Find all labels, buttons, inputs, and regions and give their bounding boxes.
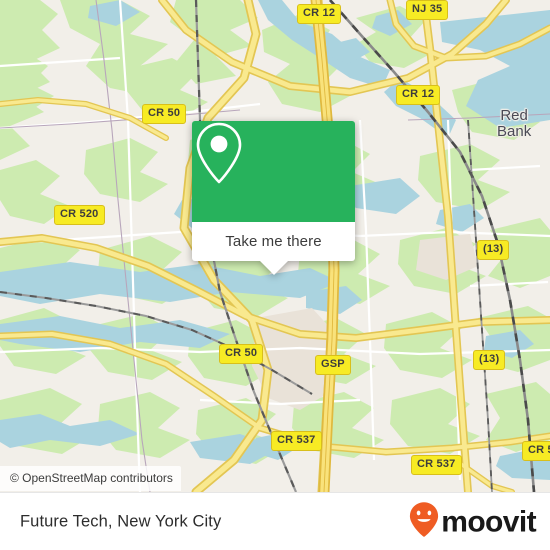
road-shield[interactable]: CR 50: [219, 344, 264, 364]
map-canvas[interactable]: CR 12 NJ 35 CR 12 CR 50 CR 520 (13) CR 5…: [0, 0, 550, 492]
moovit-wordmark: moovit: [441, 505, 536, 538]
moovit-logo[interactable]: moovit: [409, 502, 537, 543]
moovit-pin-smiley-icon: [409, 502, 439, 543]
road-shield[interactable]: CR 537: [411, 455, 462, 475]
road-shield[interactable]: CR 537: [271, 431, 322, 451]
road-shield[interactable]: CR 12: [396, 85, 441, 105]
popup-action-label: Take me there: [225, 233, 322, 250]
footer-bar: Future Tech, New York City moovit: [0, 492, 550, 550]
road-shield[interactable]: CR 50: [142, 104, 187, 124]
page-title: Future Tech, New York City: [20, 512, 222, 531]
popup-tail: [259, 261, 288, 275]
location-popup[interactable]: Take me there: [192, 121, 355, 275]
road-shield[interactable]: (13): [477, 240, 510, 260]
popup-header: [192, 121, 355, 222]
road-shield[interactable]: GSP: [315, 355, 351, 375]
road-shield[interactable]: CR 5: [522, 441, 550, 461]
road-shield[interactable]: (13): [473, 350, 506, 370]
osm-attribution[interactable]: © OpenStreetMap contributors: [0, 466, 181, 491]
road-shield[interactable]: NJ 35: [406, 0, 449, 20]
popup-action[interactable]: Take me there: [192, 222, 355, 261]
place-label-red-bank: Red Bank: [497, 107, 532, 140]
road-shield[interactable]: CR 520: [54, 205, 105, 225]
moovit-map-screen: CR 12 NJ 35 CR 12 CR 50 CR 520 (13) CR 5…: [0, 0, 550, 550]
road-shield[interactable]: CR 12: [297, 4, 342, 24]
